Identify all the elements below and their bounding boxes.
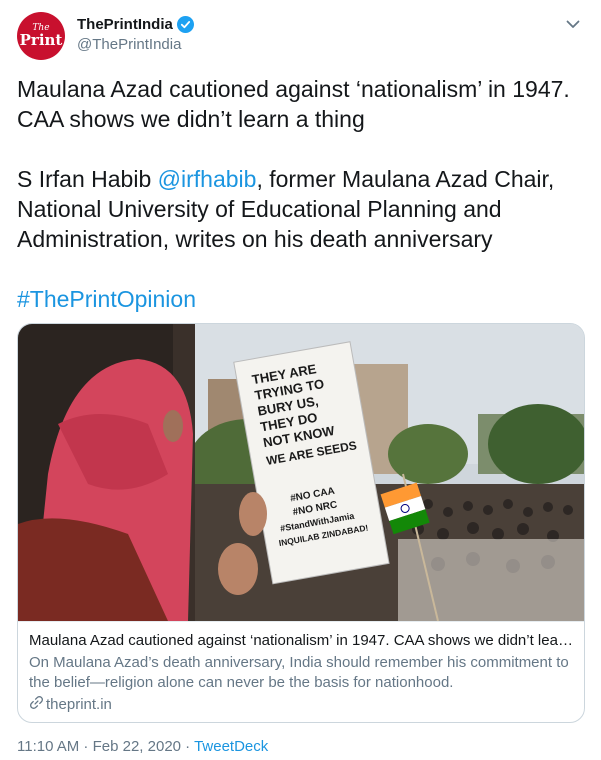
card-domain-row[interactable]: theprint.in — [29, 695, 112, 714]
card-description: On Maulana Azad’s death anniversary, Ind… — [29, 654, 569, 691]
tweet-time[interactable]: 11:10 AM — [17, 738, 79, 755]
author-handle[interactable]: @ThePrintIndia — [77, 36, 194, 53]
tweet-text-fragment: S Irfan Habib — [17, 166, 158, 192]
tweet-text: Maulana Azad cautioned against ‘national… — [17, 74, 587, 314]
tweet-source-link[interactable]: TweetDeck — [194, 738, 268, 755]
tweet-line: National University of Educational Plann… — [17, 196, 502, 222]
link-preview-card[interactable]: THEY ARE TRYING TO BURY US, THEY DO NOT … — [17, 323, 585, 723]
tweet-line: CAA shows we didn’t learn a thing — [17, 106, 365, 132]
author-display-name-row[interactable]: ThePrintIndia — [77, 16, 194, 33]
tweet-text-fragment: , former Maulana Azad Chair, — [256, 166, 555, 192]
tweet-line: Administration, writes on his death anni… — [17, 226, 493, 252]
author-info: ThePrintIndia @ThePrintIndia — [77, 16, 194, 53]
link-icon — [29, 695, 44, 714]
card-body[interactable]: Maulana Azad cautioned against ‘national… — [18, 621, 584, 722]
card-image[interactable]: THEY ARE TRYING TO BURY US, THEY DO NOT … — [18, 324, 584, 621]
author-display-name[interactable]: ThePrintIndia — [77, 16, 173, 33]
tweet-date[interactable]: Feb 22, 2020 — [93, 738, 181, 755]
tweet-line: Maulana Azad cautioned against ‘national… — [17, 76, 570, 102]
tweet-header: The Print ThePrintIndia @ThePrintIndia — [17, 12, 587, 62]
hashtag-link[interactable]: #ThePrintOpinion — [17, 284, 587, 314]
meta-separator: · — [79, 738, 93, 755]
avatar[interactable]: The Print — [17, 12, 65, 60]
protest-photo: THEY ARE TRYING TO BURY US, THEY DO NOT … — [18, 324, 584, 621]
tweet-metadata: 11:10 AM · Feb 22, 2020 · TweetDeck — [17, 738, 268, 755]
meta-separator: · — [181, 738, 195, 755]
verified-badge-icon — [176, 16, 194, 33]
card-domain[interactable]: theprint.in — [46, 696, 112, 713]
chevron-down-icon[interactable] — [563, 14, 583, 34]
card-title[interactable]: Maulana Azad cautioned against ‘national… — [29, 632, 573, 649]
tweet-line: S Irfan Habib @irfhabib, former Maulana … — [17, 164, 587, 194]
avatar-logo-line2: Print — [19, 31, 63, 49]
mention-link[interactable]: @irfhabib — [158, 166, 257, 192]
